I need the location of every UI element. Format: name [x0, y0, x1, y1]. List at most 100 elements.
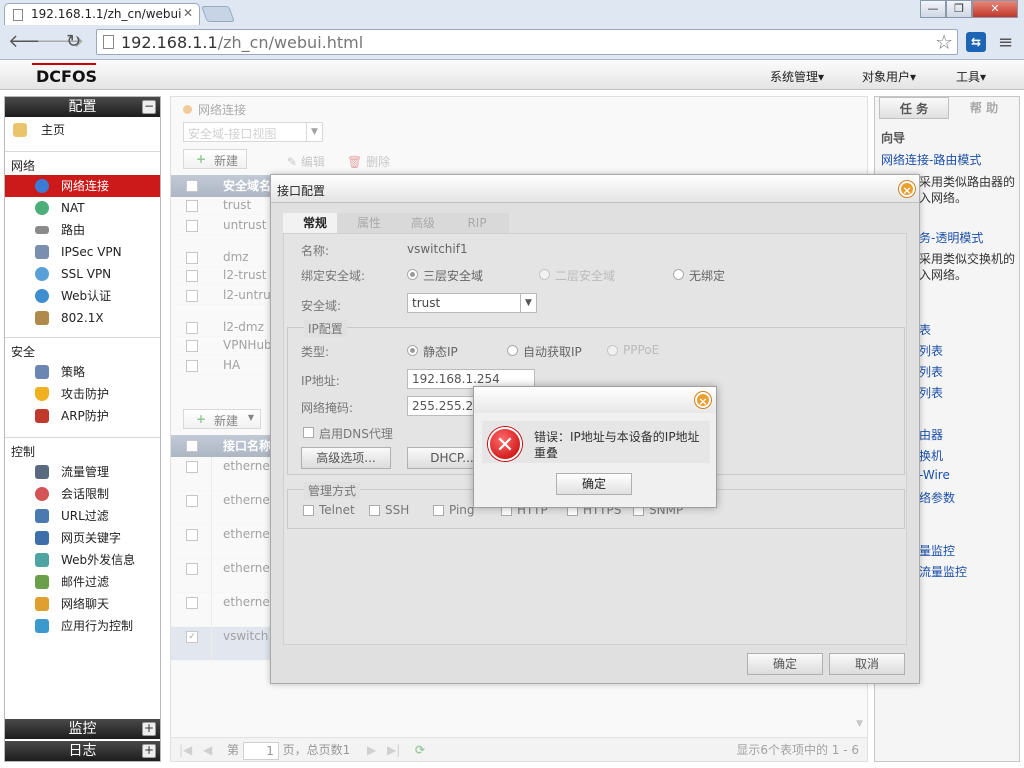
guide-link-transparent-mode[interactable]: 务-透明模式	[919, 229, 983, 246]
expand-icon[interactable]: +	[142, 722, 156, 736]
chat-icon	[35, 597, 49, 611]
nav-attack-defense[interactable]: 攻击防护	[5, 383, 160, 405]
minimize-button[interactable]: —	[920, 0, 946, 18]
section-network: 网络	[11, 159, 36, 173]
nav-session-limit[interactable]: 会话限制	[5, 483, 160, 505]
home-icon	[13, 123, 27, 137]
close-icon[interactable]: ×	[899, 181, 915, 197]
nav-label: Web外发信息	[61, 553, 136, 567]
nav-network-connection[interactable]: 网络连接	[5, 175, 160, 197]
config-panel-header[interactable]: 配置 −	[5, 97, 160, 117]
mgmt-telnet-label: Telnet	[319, 503, 355, 517]
nav-web-outbound[interactable]: Web外发信息	[5, 549, 160, 571]
monitor-panel-header[interactable]: 监控 +	[5, 719, 160, 739]
nav-routing[interactable]: 路由	[5, 219, 160, 241]
task-link[interactable]: 由器	[919, 426, 943, 443]
maximize-button[interactable]: ❐	[946, 0, 972, 18]
tab-rip[interactable]: RIP	[445, 213, 509, 233]
session-limit-icon	[35, 487, 49, 501]
nav-ssl-vpn[interactable]: SSL VPN	[5, 263, 160, 285]
tab-help[interactable]: 帮 助	[949, 97, 1019, 119]
dialog-cancel-button[interactable]: 取消	[829, 653, 905, 675]
alert-ok-button[interactable]: 确定	[556, 473, 632, 495]
url-host: 192.168.1.1	[121, 33, 218, 52]
browser-menu-icon[interactable]: ≡	[998, 32, 1013, 53]
dialog-titlebar[interactable]: 接口配置	[271, 175, 919, 203]
task-link[interactable]: 流量监控	[919, 563, 967, 580]
policy-icon	[35, 365, 49, 379]
guide-text: 入网络。	[919, 191, 968, 205]
vpn-icon	[35, 245, 49, 259]
app-header: DCFOS 系统管理▾ 对象用户▾ 工具▾	[0, 61, 1024, 90]
nav-8021x[interactable]: 802.1X	[5, 307, 160, 329]
dialog-title: 接口配置	[277, 184, 326, 198]
nav-web-auth[interactable]: Web认证	[5, 285, 160, 307]
dialog-ok-button[interactable]: 确定	[747, 653, 823, 675]
bind-l3-radio[interactable]	[407, 269, 418, 280]
guide-text: 采用类似路由器的	[919, 175, 1016, 189]
task-link[interactable]: 列表	[919, 363, 943, 380]
reload-icon[interactable]: ↻	[66, 32, 81, 52]
nav-nat[interactable]: NAT	[5, 197, 160, 219]
task-link[interactable]: 量监控	[919, 542, 955, 559]
url-filter-icon	[35, 509, 49, 523]
menu-tools[interactable]: 工具▾	[956, 68, 986, 85]
log-panel-header[interactable]: 日志 +	[5, 741, 160, 761]
advanced-options-button[interactable]: 高级选项...	[301, 447, 391, 469]
dhcp-ip-label: 自动获取IP	[523, 345, 582, 359]
nav-traffic-mgmt[interactable]: 流量管理	[5, 461, 160, 483]
guide-text: 入网络。	[919, 268, 968, 282]
nav-home[interactable]: 主页	[5, 119, 160, 141]
task-link[interactable]: 换机	[919, 447, 943, 464]
chevron-down-icon: ▼	[520, 294, 536, 312]
menu-system-admin[interactable]: 系统管理▾	[770, 68, 824, 85]
expand-icon[interactable]: +	[142, 744, 156, 758]
dhcp-ip-radio[interactable]	[507, 345, 518, 356]
task-link[interactable]: 列表	[919, 342, 943, 359]
new-tab-button[interactable]	[201, 6, 235, 22]
tab-title: 192.168.1.1/zh_cn/webui	[31, 7, 182, 21]
close-window-button[interactable]: ✕	[972, 0, 1018, 18]
mgmt-ssh-label: SSH	[385, 503, 410, 517]
keyword-icon	[35, 531, 49, 545]
dns-proxy-checkbox[interactable]	[303, 427, 314, 438]
task-link[interactable]: 络参数	[919, 489, 955, 506]
nav-label: 应用行为控制	[61, 619, 134, 633]
nav-ipsec-vpn[interactable]: IPSec VPN	[5, 241, 160, 263]
web-outbound-icon	[35, 553, 49, 567]
address-bar[interactable]: 192.168.1.1/zh_cn/webui.html ☆	[96, 29, 958, 55]
nav-im-chat[interactable]: 网络聊天	[5, 593, 160, 615]
bind-l2-radio[interactable]	[539, 269, 550, 280]
nav-arp-defense[interactable]: ARP防护	[5, 405, 160, 427]
mgmt-ssh-checkbox[interactable]	[369, 505, 380, 516]
tab-tasks[interactable]: 任 务	[879, 97, 949, 119]
static-ip-radio[interactable]	[407, 345, 418, 356]
zone-select[interactable]: trust ▼	[407, 293, 537, 313]
nav-web-keyword[interactable]: 网页关键字	[5, 527, 160, 549]
pppoe-radio[interactable]	[607, 345, 618, 356]
browser-tab[interactable]: 192.168.1.1/zh_cn/webui ✕	[4, 3, 200, 25]
extension-icon[interactable]: ⇆	[966, 32, 986, 52]
menu-objects-users[interactable]: 对象用户▾	[862, 68, 916, 85]
task-link[interactable]: 列表	[919, 384, 943, 401]
nav-mail-filter[interactable]: 邮件过滤	[5, 571, 160, 593]
alert-titlebar[interactable]	[474, 387, 716, 413]
traffic-icon	[35, 465, 49, 479]
mgmt-ping-checkbox[interactable]	[433, 505, 444, 516]
nav-url-filter[interactable]: URL过滤	[5, 505, 160, 527]
collapse-icon[interactable]: −	[142, 100, 156, 114]
task-link[interactable]: 表	[919, 321, 931, 338]
bookmark-star-icon[interactable]: ☆	[935, 30, 953, 54]
nav-policy[interactable]: 策略	[5, 361, 160, 383]
guide-link-route-mode[interactable]: 网络连接-路由模式	[881, 151, 981, 168]
nav-app-behavior[interactable]: 应用行为控制	[5, 615, 160, 637]
nav-home-label: 主页	[41, 123, 66, 137]
close-icon[interactable]: ×	[695, 392, 711, 408]
close-tab-icon[interactable]: ✕	[183, 6, 193, 20]
mgmt-telnet-checkbox[interactable]	[303, 505, 314, 516]
task-link[interactable]: -Wire	[919, 468, 950, 482]
bind-none-radio[interactable]	[673, 269, 684, 280]
error-icon: ✕	[488, 427, 522, 461]
bind-l3-label: 三层安全域	[423, 269, 484, 283]
divider	[5, 337, 160, 338]
